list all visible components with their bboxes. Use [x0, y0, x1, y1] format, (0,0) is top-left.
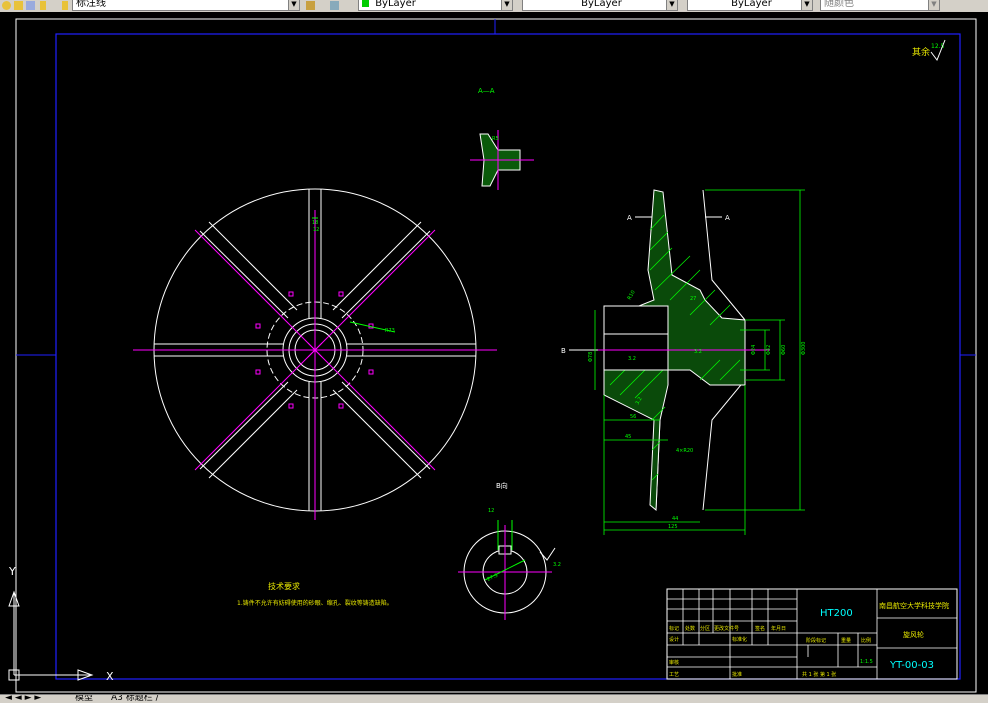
sheet-info: 共 1 张 第 1 张: [802, 671, 836, 678]
row-header-5: 年月日: [771, 625, 786, 632]
stage-label: 阶段标记: [806, 637, 826, 644]
layer-state-icon[interactable]: [2, 1, 11, 10]
plotstyle-control-dropdown[interactable]: 随颜色 ▼: [820, 0, 940, 11]
row-header-3: 更改文件号: [714, 625, 739, 632]
lineweight-control-value: ByLayer: [731, 0, 772, 9]
dim-27: 27: [690, 296, 696, 302]
color-swatch-icon: [362, 0, 369, 7]
dim-phi60: Φ60: [781, 345, 787, 355]
keyway-12: 12: [488, 508, 494, 514]
b-view-keyway: 12 27.3 3.2: [458, 508, 561, 620]
make-current-icon[interactable]: [306, 1, 315, 10]
approve-label: 批准: [732, 671, 742, 678]
std-label: 标准化: [732, 636, 747, 643]
layer-dropdown-value: 标注线: [76, 0, 106, 9]
chevron-down-icon[interactable]: ▼: [801, 0, 812, 10]
dim-56: 56: [630, 414, 636, 420]
drawing-svg: 其余 12.5 18 12 R73 A—A R5 A A B Φ300 Φ60 …: [8, 18, 977, 693]
linetype-control-dropdown[interactable]: ByLayer ▼: [522, 0, 678, 11]
section-side-view: A A B Φ300 Φ60 Φ42 Φ24 Φ78 56 45 44 125 …: [561, 189, 807, 535]
school-text: 南昌航空大学科技学院: [879, 601, 949, 610]
chevron-down-icon[interactable]: ▼: [288, 0, 299, 10]
dim-125: 125: [668, 524, 678, 530]
dim-r73: R73: [385, 328, 395, 334]
dim-phi24: Φ24: [751, 345, 757, 355]
row-header-4: 签名: [755, 625, 765, 632]
dim-phi78: Φ78: [588, 352, 594, 362]
layer-freeze-icon[interactable]: [14, 1, 23, 10]
rough-32-a: 3.2: [628, 356, 636, 362]
shaft-bore: [603, 333, 669, 371]
ucs-icon: Y X: [8, 565, 114, 683]
dim-top-12: 12: [313, 227, 319, 233]
ucs-x-label: X: [106, 670, 114, 683]
rough-32-b: 3.2: [694, 349, 702, 355]
dim-r10: R10: [627, 289, 637, 301]
dim-top-18: 18: [312, 220, 318, 226]
dim-r20: 4×R20: [676, 448, 693, 454]
view-b-label: B: [561, 347, 566, 355]
plotstyle-control-value: 随颜色: [824, 0, 854, 9]
section-b-title: B向: [496, 481, 508, 490]
drawing-canvas[interactable]: 其余 12.5 18 12 R73 A—A R5 A A B Φ300 Φ60 …: [0, 12, 988, 694]
drawing-no-text: YT-00-03: [889, 660, 934, 671]
material-text: HT200: [820, 608, 853, 619]
dim-44: 44: [672, 516, 678, 522]
tech-req-title: 技术要求: [268, 581, 300, 591]
rough-32-d: 3.2: [553, 562, 561, 568]
chevron-down-icon[interactable]: ▼: [928, 0, 939, 10]
layer-lock-swatch: [62, 1, 68, 10]
dim-phi42: Φ42: [766, 345, 772, 355]
dim-phi300: Φ300: [801, 342, 807, 355]
layer-previous-icon[interactable]: [330, 1, 339, 10]
section-aa-view: R5: [470, 130, 534, 190]
dim-r5-aa: R5: [492, 136, 499, 142]
layer-lock-icon[interactable]: [26, 1, 35, 10]
chevron-down-icon[interactable]: ▼: [666, 0, 677, 10]
designer-label: 设计: [669, 636, 679, 643]
keyway-27: 27.3: [486, 573, 499, 583]
part-name-text: 旋风轮: [903, 630, 924, 639]
lineweight-control-dropdown[interactable]: ByLayer ▼: [687, 0, 813, 11]
layer-dropdown[interactable]: 标注线 ▼: [72, 0, 300, 11]
color-control-value: ByLayer: [375, 0, 416, 9]
weight-label: 重量: [841, 637, 851, 644]
title-block: HT200 南昌航空大学科技学院 旋风轮 YT-00-03 标记 处数 分区 更…: [666, 588, 958, 680]
section-a-right: A: [725, 214, 730, 222]
chevron-down-icon[interactable]: ▼: [501, 0, 512, 10]
process-label: 工艺: [669, 672, 679, 678]
wheel-front-view: 18 12 R73: [133, 188, 497, 520]
section-aa-title: A—A: [478, 87, 495, 95]
scale-value: 1:1.5: [860, 659, 873, 665]
layer-color-swatch: [40, 1, 46, 10]
tech-req-line1: 1.铸件不允许有妨碍使用的砂眼、缩孔、裂纹等铸造缺陷。: [237, 599, 393, 607]
row-header-0: 标记: [669, 625, 679, 632]
row-header-2: 分区: [700, 625, 710, 632]
section-a-left: A: [627, 214, 632, 222]
dim-45: 45: [625, 434, 631, 440]
row-header-1: 处数: [685, 625, 695, 632]
ucs-y-label: Y: [8, 565, 16, 578]
roughness-note: 其余: [912, 46, 930, 58]
color-control-dropdown[interactable]: ByLayer ▼: [358, 0, 513, 11]
scale-label: 比例: [861, 637, 871, 644]
linetype-control-value: ByLayer: [581, 0, 622, 9]
blade-centerlines: [133, 210, 497, 520]
check-label: 审核: [669, 659, 679, 666]
shaft-bore-top: [603, 305, 669, 335]
